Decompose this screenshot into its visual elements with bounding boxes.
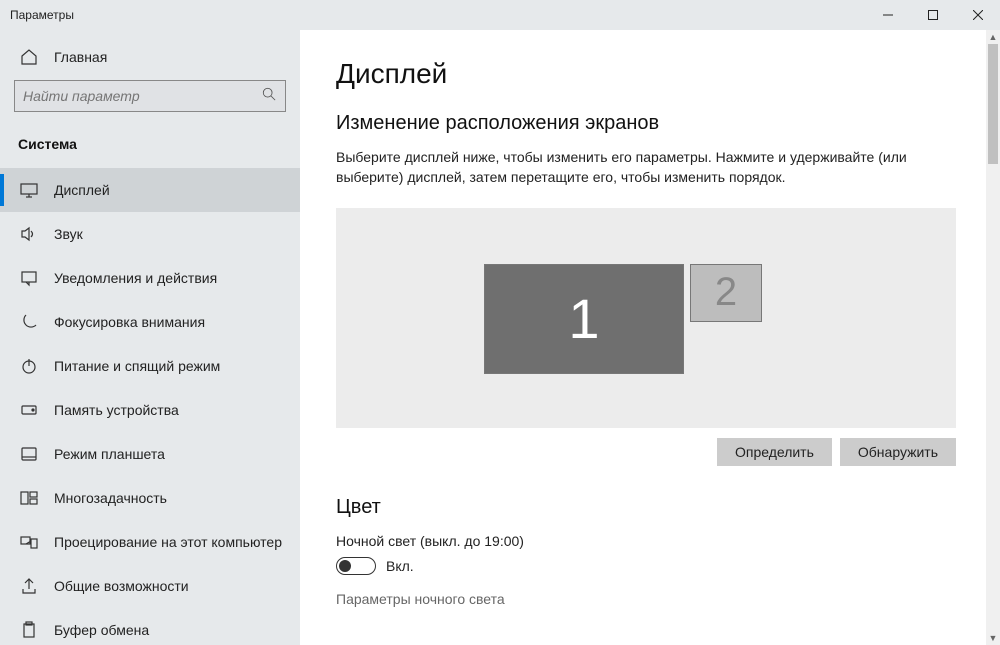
sidebar-item-shared[interactable]: Общие возможности [0, 564, 300, 608]
identify-button[interactable]: Определить [717, 438, 832, 466]
sidebar-item-sound[interactable]: Звук [0, 212, 300, 256]
sidebar-item-label: Уведомления и действия [54, 270, 217, 286]
vertical-scrollbar[interactable]: ▲ ▼ [986, 30, 1000, 645]
sidebar-item-notifications[interactable]: Уведомления и действия [0, 256, 300, 300]
sidebar-item-label: Питание и спящий режим [54, 358, 220, 374]
tablet-icon [18, 445, 40, 463]
focus-icon [18, 313, 40, 331]
arrangement-buttons: Определить Обнаружить [336, 438, 956, 466]
sidebar-item-tablet[interactable]: Режим планшета [0, 432, 300, 476]
night-light-settings-link[interactable]: Параметры ночного света [336, 591, 964, 607]
monitor-2[interactable]: 2 [690, 264, 762, 322]
window-title: Параметры [10, 8, 865, 22]
night-light-toggle[interactable] [336, 557, 376, 575]
sidebar-item-multitask[interactable]: Многозадачность [0, 476, 300, 520]
power-icon [18, 357, 40, 375]
sidebar-item-clipboard[interactable]: Буфер обмена [0, 608, 300, 645]
night-light-label: Ночной свет (выкл. до 19:00) [336, 533, 964, 549]
sidebar-item-project[interactable]: Проецирование на этот компьютер [0, 520, 300, 564]
storage-icon [18, 401, 40, 419]
detect-button[interactable]: Обнаружить [840, 438, 956, 466]
scroll-down-arrow[interactable]: ▼ [986, 631, 1000, 645]
toggle-state-text: Вкл. [386, 558, 414, 574]
arrangement-description: Выберите дисплей ниже, чтобы изменить ег… [336, 147, 956, 188]
search-icon [261, 87, 277, 106]
sidebar-item-power[interactable]: Питание и спящий режим [0, 344, 300, 388]
sidebar-item-label: Режим планшета [54, 446, 165, 462]
color-section-title: Цвет [336, 496, 964, 519]
window-controls [865, 0, 1000, 30]
minimize-button[interactable] [865, 0, 910, 30]
display-arrangement-area: 1 2 [336, 208, 956, 428]
clipboard-icon [18, 621, 40, 639]
scroll-up-arrow[interactable]: ▲ [986, 30, 1000, 44]
sidebar-category: Система [0, 122, 300, 158]
sidebar-item-label: Проецирование на этот компьютер [54, 534, 282, 550]
sidebar-item-display[interactable]: Дисплей [0, 168, 300, 212]
scrollbar-thumb[interactable] [988, 44, 998, 164]
search-input[interactable] [23, 88, 261, 104]
project-icon [18, 533, 40, 551]
multitask-icon [18, 489, 40, 507]
sidebar-item-label: Фокусировка внимания [54, 314, 205, 330]
sidebar-item-label: Звук [54, 226, 83, 242]
sidebar-item-label: Общие возможности [54, 578, 189, 594]
titlebar: Параметры [0, 0, 1000, 30]
sidebar-item-label: Буфер обмена [54, 622, 149, 638]
notifications-icon [18, 269, 40, 287]
arrangement-title: Изменение расположения экранов [336, 112, 964, 135]
sidebar-item-label: Дисплей [54, 182, 110, 198]
sidebar-item-label: Многозадачность [54, 490, 167, 506]
sidebar-item-storage[interactable]: Память устройства [0, 388, 300, 432]
monitor-2-label: 2 [715, 270, 737, 315]
toggle-knob [339, 560, 351, 572]
search-box[interactable] [14, 80, 286, 112]
monitor-1-label: 1 [568, 286, 599, 351]
home-icon [18, 48, 40, 66]
sound-icon [18, 225, 40, 243]
home-button[interactable]: Главная [0, 38, 300, 76]
night-light-toggle-row: Вкл. [336, 557, 964, 575]
main-content: Дисплей Изменение расположения экранов В… [300, 30, 1000, 645]
sidebar-nav: Дисплей Звук Уведомления и действия Фокусир… [0, 168, 300, 645]
page-title: Дисплей [336, 58, 964, 90]
sidebar-item-focus[interactable]: Фокусировка внимания [0, 300, 300, 344]
shared-icon [18, 577, 40, 595]
sidebar: Главная Система Дисплей Звук Уведомления и… [0, 30, 300, 645]
sidebar-item-label: Память устройства [54, 402, 179, 418]
maximize-button[interactable] [910, 0, 955, 30]
display-icon [18, 181, 40, 199]
close-button[interactable] [955, 0, 1000, 30]
search-container [0, 76, 300, 122]
monitor-1[interactable]: 1 [484, 264, 684, 374]
home-label: Главная [54, 49, 107, 65]
